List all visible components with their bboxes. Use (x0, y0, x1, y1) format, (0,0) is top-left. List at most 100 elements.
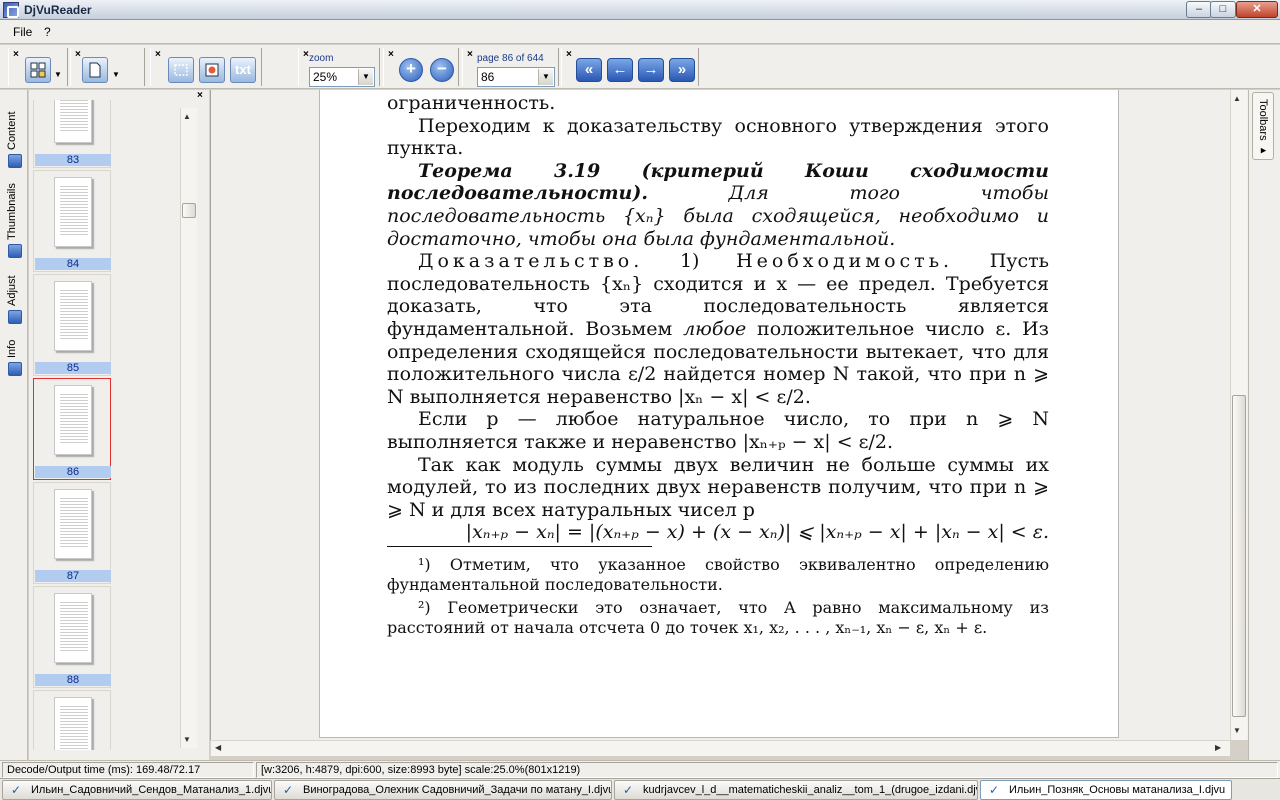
document-vertical-scrollbar[interactable]: ▲ ▼ (1230, 90, 1247, 740)
image-export-button[interactable] (199, 57, 225, 83)
thumbnail-page[interactable]: 84 (33, 170, 111, 272)
document-tab[interactable]: ✓ kudrjavcev_l_d__matematicheskii_analiz… (614, 780, 978, 800)
thumbnail-page[interactable]: 85 (33, 274, 111, 376)
scrollbar-thumb[interactable] (1232, 395, 1246, 717)
chevron-down-icon[interactable]: ▼ (358, 69, 373, 85)
title-bar: DjVuReader – □ ✕ (0, 0, 1280, 20)
page-icon (89, 62, 101, 78)
info-icon (8, 362, 22, 376)
thumbnail-image (54, 177, 92, 247)
document-tab-label: kudrjavcev_l_d__matematicheskii_analiz__… (643, 784, 978, 796)
page-select[interactable]: 86 ▼ (477, 67, 555, 87)
tab-content-label: Content (6, 111, 18, 150)
toolbar-close-icon[interactable]: × (155, 49, 161, 60)
paragraph: Так как модуль суммы двух величин не бол… (387, 453, 1049, 521)
toolbar-group-layout: × ▼ (8, 48, 68, 86)
page-info-status: [w:3206, h:4879, dpi:600, size:8993 byte… (256, 762, 1278, 778)
check-icon: ✓ (11, 783, 22, 797)
first-page-button[interactable]: « (576, 58, 602, 82)
thumbnails-icon (8, 244, 22, 258)
window-title: DjVuReader (24, 3, 92, 17)
thumbnail-image (54, 100, 92, 143)
toolbar-group-page: × page 86 of 644 86 ▼ (462, 48, 559, 87)
toolbar: × ▼ × ▼ × txt × zoom 25% ▼ × + − × page … (0, 45, 1280, 89)
footnote-2: ²) Геометрически это означает, что A рав… (387, 597, 1049, 637)
thumbnail-page[interactable] (33, 690, 111, 750)
thumbnail-image (54, 697, 92, 750)
emphasis-word: любое (683, 317, 747, 340)
toolbar-group-view: × ▼ (70, 48, 145, 86)
maximize-button[interactable]: □ (1210, 1, 1236, 18)
last-page-button[interactable]: » (669, 58, 695, 82)
chevron-down-icon[interactable]: ▼ (112, 70, 120, 79)
panel-close-icon[interactable]: × (197, 90, 203, 101)
scroll-left-icon[interactable]: ◀ (215, 743, 221, 752)
scroll-down-icon[interactable]: ▼ (1233, 726, 1241, 735)
scroll-up-icon[interactable]: ▲ (1233, 94, 1241, 103)
document-tab[interactable]: ✓ Ильин_Садовничий_Сендов_Матанализ_1.dj… (2, 780, 272, 800)
tab-content[interactable]: Content (6, 108, 22, 170)
zoom-in-button[interactable]: + (399, 58, 423, 82)
toolbar-close-icon[interactable]: × (75, 49, 81, 60)
decode-time-status: Decode/Output time (ms): 169.48/72.17 (2, 762, 254, 778)
thumbnail-image (54, 489, 92, 559)
thumbnail-page-number: 84 (35, 258, 111, 270)
check-icon: ✓ (623, 783, 634, 797)
thumbnail-page-number: 87 (35, 570, 111, 582)
scroll-down-icon[interactable]: ▼ (183, 735, 191, 744)
scrollbar-thumb[interactable] (182, 203, 196, 218)
thumbnail-image (54, 593, 92, 663)
layout-button[interactable] (25, 57, 51, 83)
zoom-select[interactable]: 25% ▼ (309, 67, 375, 87)
thumbnail-scrollbar[interactable]: ▲ ▼ (180, 108, 197, 748)
toolbar-close-icon[interactable]: × (566, 49, 572, 60)
toolbar-group-tools: × txt (150, 48, 262, 86)
toolbar-close-icon[interactable]: × (388, 49, 394, 60)
select-area-button[interactable] (168, 57, 194, 83)
chevron-down-icon[interactable]: ▼ (538, 69, 553, 85)
tab-adjust[interactable]: Adjust (6, 270, 22, 328)
text-mode-button[interactable]: txt (230, 57, 256, 83)
toolbar-close-icon[interactable]: × (13, 49, 19, 60)
scroll-up-icon[interactable]: ▲ (183, 112, 191, 121)
document-tab-label: Ильин_Садовничий_Сендов_Матанализ_1.djvu (31, 784, 272, 796)
zoom-value: 25% (313, 70, 338, 84)
thumbnail-page-number: 85 (35, 362, 111, 374)
tab-thumbnails[interactable]: Thumbnails (6, 182, 22, 262)
tab-info[interactable]: Info (6, 336, 22, 380)
sidebar-tabs: Content Thumbnails Adjust Info (0, 90, 28, 760)
zoom-out-button[interactable]: − (430, 58, 454, 82)
document-tab[interactable]: ✓ Виноградова_Олехник Садовничий_Задачи … (274, 780, 612, 800)
thumbnail-page[interactable]: 88 (33, 586, 111, 688)
menu-help[interactable]: ? (44, 25, 51, 39)
wrench-icon (8, 310, 22, 324)
document-tab-active[interactable]: ✓ Ильин_Позняк_Основы матанализа_I.djvu (980, 780, 1232, 800)
proof-word: Доказательство. (418, 250, 644, 273)
tab-adjust-label: Adjust (6, 275, 18, 306)
minimize-button[interactable]: – (1186, 1, 1212, 18)
toolbar-close-icon[interactable]: × (303, 49, 309, 60)
chevron-down-icon[interactable]: ▼ (54, 70, 62, 79)
page-view-button[interactable] (82, 57, 108, 83)
close-button[interactable]: ✕ (1236, 1, 1278, 18)
thumbnail-page-number: 83 (35, 154, 111, 166)
tab-thumbnails-label: Thumbnails (6, 183, 18, 240)
next-page-button[interactable]: → (638, 58, 664, 82)
previous-page-button[interactable]: ← (607, 58, 633, 82)
thumbnail-page-number: 88 (35, 674, 111, 686)
scroll-right-icon[interactable]: ▶ (1215, 743, 1221, 752)
menu-file[interactable]: File (13, 25, 32, 39)
thumbnail-page[interactable]: 87 (33, 482, 111, 584)
thumbnail-page[interactable]: 83 (33, 100, 111, 168)
footnote-divider (387, 545, 652, 547)
thumbnail-image (54, 281, 92, 351)
text-line: ограниченность. (387, 92, 556, 114)
page-label: page 86 of 644 (477, 53, 544, 64)
document-tab-label: Виноградова_Олехник Садовничий_Задачи по… (303, 784, 612, 796)
document-horizontal-scrollbar[interactable]: ◀ ▶ (211, 740, 1230, 756)
status-bar: Decode/Output time (ms): 169.48/72.17 [w… (0, 760, 1280, 778)
thumbnail-page-selected[interactable]: 86 (33, 378, 111, 480)
footnote-1: ¹) Отметим, что указанное свойство эквив… (387, 554, 1049, 594)
toolbars-tab[interactable]: Toolbars ▸ (1252, 92, 1274, 160)
toolbar-close-icon[interactable]: × (467, 49, 473, 60)
